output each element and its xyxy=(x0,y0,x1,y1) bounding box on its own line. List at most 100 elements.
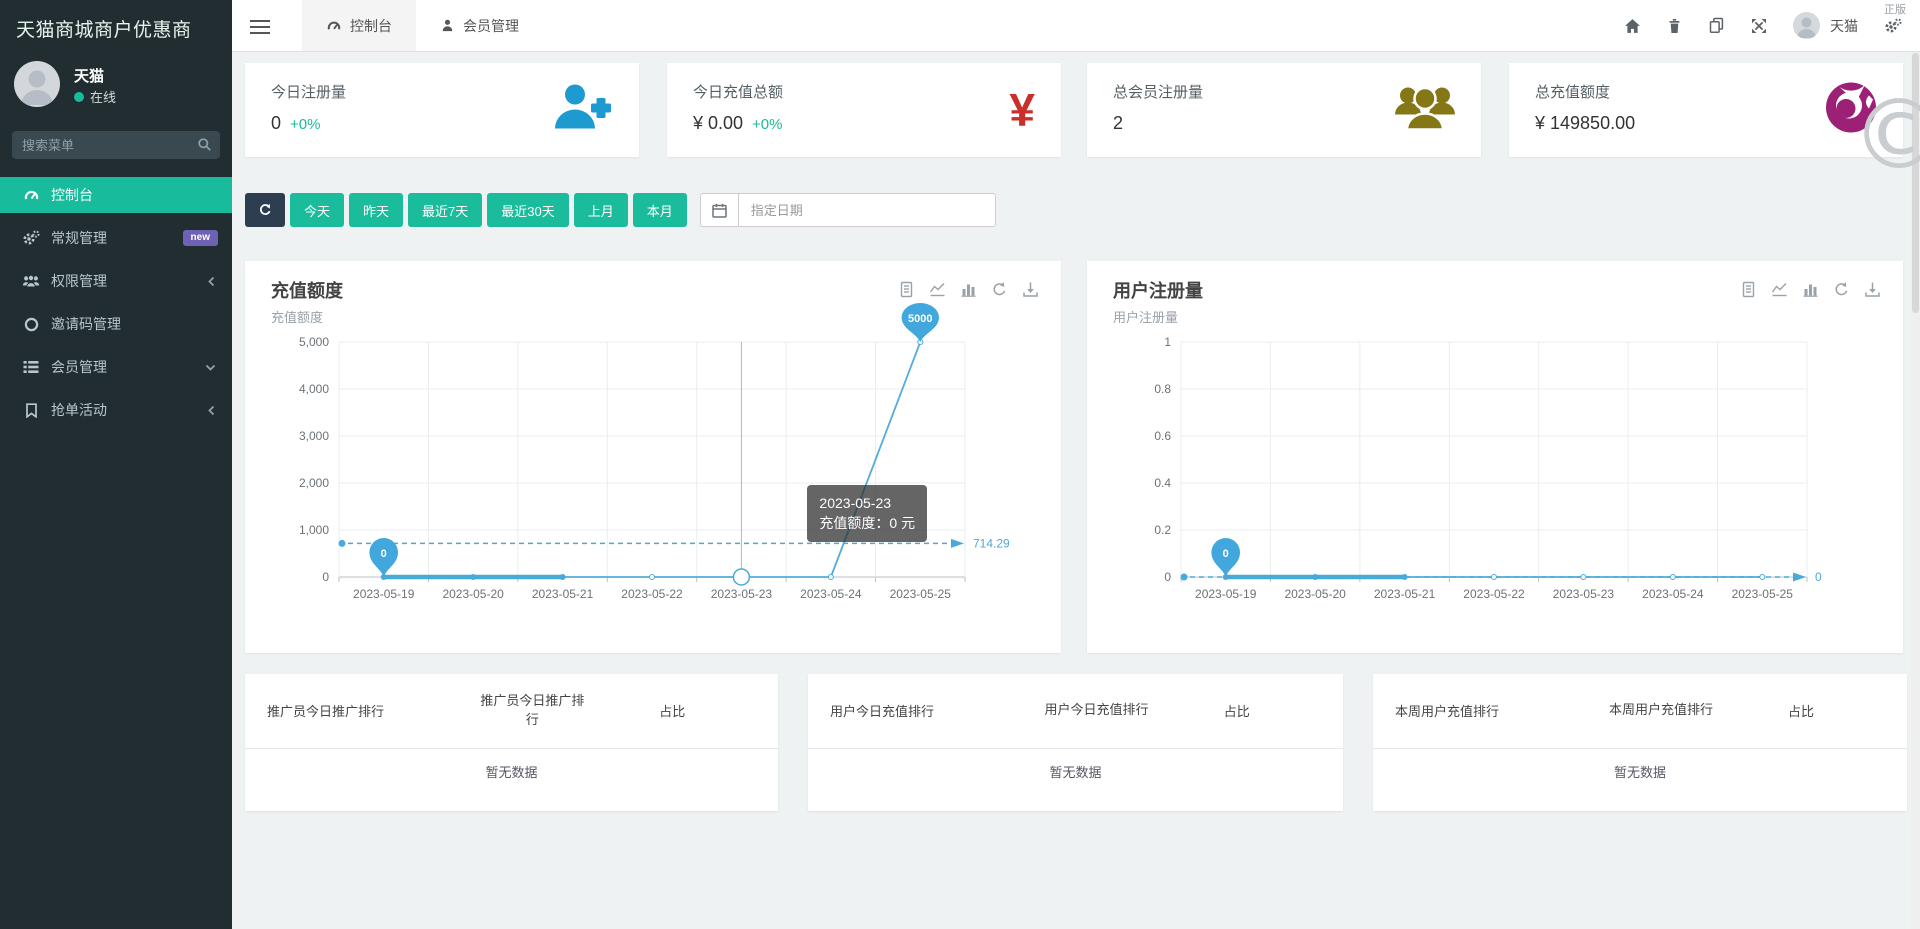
svg-text:0: 0 xyxy=(322,570,329,584)
svg-text:0.6: 0.6 xyxy=(1154,429,1171,443)
svg-text:0: 0 xyxy=(1164,570,1171,584)
save-image-icon[interactable] xyxy=(1864,281,1881,298)
column-header: 占比 xyxy=(1787,703,1814,719)
svg-text:2023-05-19: 2023-05-19 xyxy=(353,587,415,601)
sidebar-item-permissions[interactable]: 权限管理 xyxy=(0,263,232,299)
user-panel: 天猫 在线 xyxy=(14,59,218,117)
user-name: 天猫 xyxy=(74,68,105,85)
stat-card-total-recharge: 总充值额度 ¥ 149850.00 xyxy=(1509,63,1903,157)
line-chart-icon[interactable] xyxy=(929,281,946,298)
svg-text:2023-05-24: 2023-05-24 xyxy=(1642,587,1704,601)
svg-text:2023-05-25: 2023-05-25 xyxy=(1732,587,1794,601)
rank-table-user-recharge-week: 本周用户充值排行 本周用户充值排行 占比 暂无数据 xyxy=(1373,674,1907,811)
table-header-row: 推广员今日推广排行 推广员今日推广排行 占比 xyxy=(245,674,778,749)
navbar-username[interactable]: 天猫 xyxy=(1830,16,1858,36)
tachometer-icon xyxy=(327,21,341,30)
registrations-line-chart[interactable]: 1 0.8 0.6 0.4 0.2 0 2023-05-19 2023-05-20 2023-0… xyxy=(1087,261,1903,653)
column-header: 占比 xyxy=(1223,703,1250,719)
svg-text:2023-05-22: 2023-05-22 xyxy=(1463,587,1525,601)
table-header-row: 用户今日充值排行 用户今日充值排行 占比 xyxy=(808,674,1343,749)
tab-label: 会员管理 xyxy=(463,17,519,34)
filter-thismonth-button[interactable]: 本月 xyxy=(632,193,687,227)
filter-30days-button[interactable]: 最近30天 xyxy=(487,193,569,227)
svg-text:0.2: 0.2 xyxy=(1154,523,1171,537)
tab-members[interactable]: 会员管理 xyxy=(416,0,543,51)
column-header: 推广员今日推广排行 xyxy=(267,703,385,719)
yuan-icon: ¥ xyxy=(1009,84,1035,136)
avatar xyxy=(14,61,60,107)
line-chart-icon[interactable] xyxy=(1771,281,1788,298)
data-view-icon[interactable] xyxy=(1740,281,1757,298)
tab-label: 控制台 xyxy=(350,17,392,34)
calendar-icon[interactable] xyxy=(699,193,738,227)
bar-chart-icon[interactable] xyxy=(960,281,977,298)
online-dot-icon xyxy=(74,91,84,102)
chart-card-registrations: 用户注册量 用户注册量 1 0.8 0.6 0.4 0.2 0 2023-05-19 2023… xyxy=(1087,261,1903,653)
stat-label: 总充值额度 xyxy=(1535,84,1611,101)
filter-7days-button[interactable]: 最近7天 xyxy=(408,193,483,227)
sidebar-item-label: 常规管理 xyxy=(51,230,107,246)
restore-icon[interactable] xyxy=(1833,281,1850,298)
brand-title: 天猫商城商户优惠商 xyxy=(16,20,192,41)
svg-text:2023-05-25: 2023-05-25 xyxy=(890,587,952,601)
svg-text:0: 0 xyxy=(1815,570,1822,584)
stat-label: 总会员注册量 xyxy=(1113,84,1204,101)
svg-text:2,000: 2,000 xyxy=(299,476,329,490)
fullscreen-icon[interactable] xyxy=(1751,18,1767,34)
home-icon[interactable] xyxy=(1624,18,1641,34)
search-icon[interactable] xyxy=(197,137,212,157)
sidebar-item-general[interactable]: 常规管理 new xyxy=(0,220,232,256)
sidebar-item-invite-codes[interactable]: 邀请码管理 xyxy=(0,306,232,342)
filter-lastmonth-button[interactable]: 上月 xyxy=(573,193,628,227)
svg-text:2023-05-22: 2023-05-22 xyxy=(621,587,683,601)
restore-icon[interactable] xyxy=(991,281,1008,298)
svg-text:0.8: 0.8 xyxy=(1154,382,1171,396)
avatar[interactable] xyxy=(1793,12,1820,39)
copyright-watermark-icon: © xyxy=(1851,79,1920,191)
svg-text:714.29: 714.29 xyxy=(973,536,1010,550)
stat-card-total-members: 总会员注册量 2 xyxy=(1087,63,1481,157)
user-group-icon xyxy=(1395,85,1455,136)
date-input[interactable] xyxy=(737,193,996,227)
tab-dashboard[interactable]: 控制台 xyxy=(302,0,416,51)
sidebar-item-label: 权限管理 xyxy=(51,273,107,289)
filter-yesterday-button[interactable]: 昨天 xyxy=(349,193,404,227)
sidebar-item-members[interactable]: 会员管理 xyxy=(0,349,232,385)
sidebar-item-label: 控制台 xyxy=(51,187,93,203)
save-image-icon[interactable] xyxy=(1022,281,1039,298)
sidebar-item-order-activity[interactable]: 抢单活动 xyxy=(0,392,232,428)
person-icon xyxy=(1797,17,1816,38)
data-view-icon[interactable] xyxy=(898,281,915,298)
chevron-left-icon xyxy=(207,405,216,416)
svg-text:0: 0 xyxy=(1223,548,1229,560)
hamburger-icon[interactable] xyxy=(250,16,270,38)
column-header: 推广员今日推广排行 xyxy=(480,692,585,728)
recharge-line-chart[interactable]: 5,000 4,000 3,000 2,000 1,000 0 2023-05-19 2023… xyxy=(245,261,1061,653)
sidebar-search xyxy=(12,131,220,159)
stat-value: 0 xyxy=(271,113,282,133)
svg-text:2023-05-24: 2023-05-24 xyxy=(800,587,862,601)
refresh-button[interactable] xyxy=(245,193,285,227)
person-icon xyxy=(21,70,53,105)
stat-label: 今日充值总额 xyxy=(693,84,784,101)
navbar-right: 天猫 xyxy=(1624,0,1902,51)
filter-bar: 今天 昨天 最近7天 最近30天 上月 本月 xyxy=(245,193,996,227)
search-input[interactable] xyxy=(12,131,220,159)
chevron-left-icon xyxy=(207,276,216,287)
bar-chart-icon[interactable] xyxy=(1802,281,1819,298)
column-header: 用户今日充值排行 xyxy=(1044,702,1149,718)
sidebar-item-dashboard[interactable]: 控制台 xyxy=(0,177,232,213)
gears-icon[interactable] xyxy=(1884,17,1902,34)
refresh-icon xyxy=(260,204,271,215)
tooltip-value: 充值额度：0 元 xyxy=(819,515,916,532)
user-status: 在线 xyxy=(74,87,116,106)
trash-icon[interactable] xyxy=(1667,18,1682,34)
chart-toolbox xyxy=(898,281,1039,298)
empty-state-text: 暂无数据 xyxy=(1049,765,1102,780)
filter-today-button[interactable]: 今天 xyxy=(290,193,345,227)
nav-tabs: 控制台 会员管理 xyxy=(302,0,543,51)
copy-pages-icon[interactable] xyxy=(1708,17,1725,34)
top-navbar: 控制台 会员管理 天猫 xyxy=(232,0,1920,52)
column-header: 本周用户充值排行 xyxy=(1395,703,1500,719)
stat-value: ¥ 149850.00 xyxy=(1535,113,1636,133)
